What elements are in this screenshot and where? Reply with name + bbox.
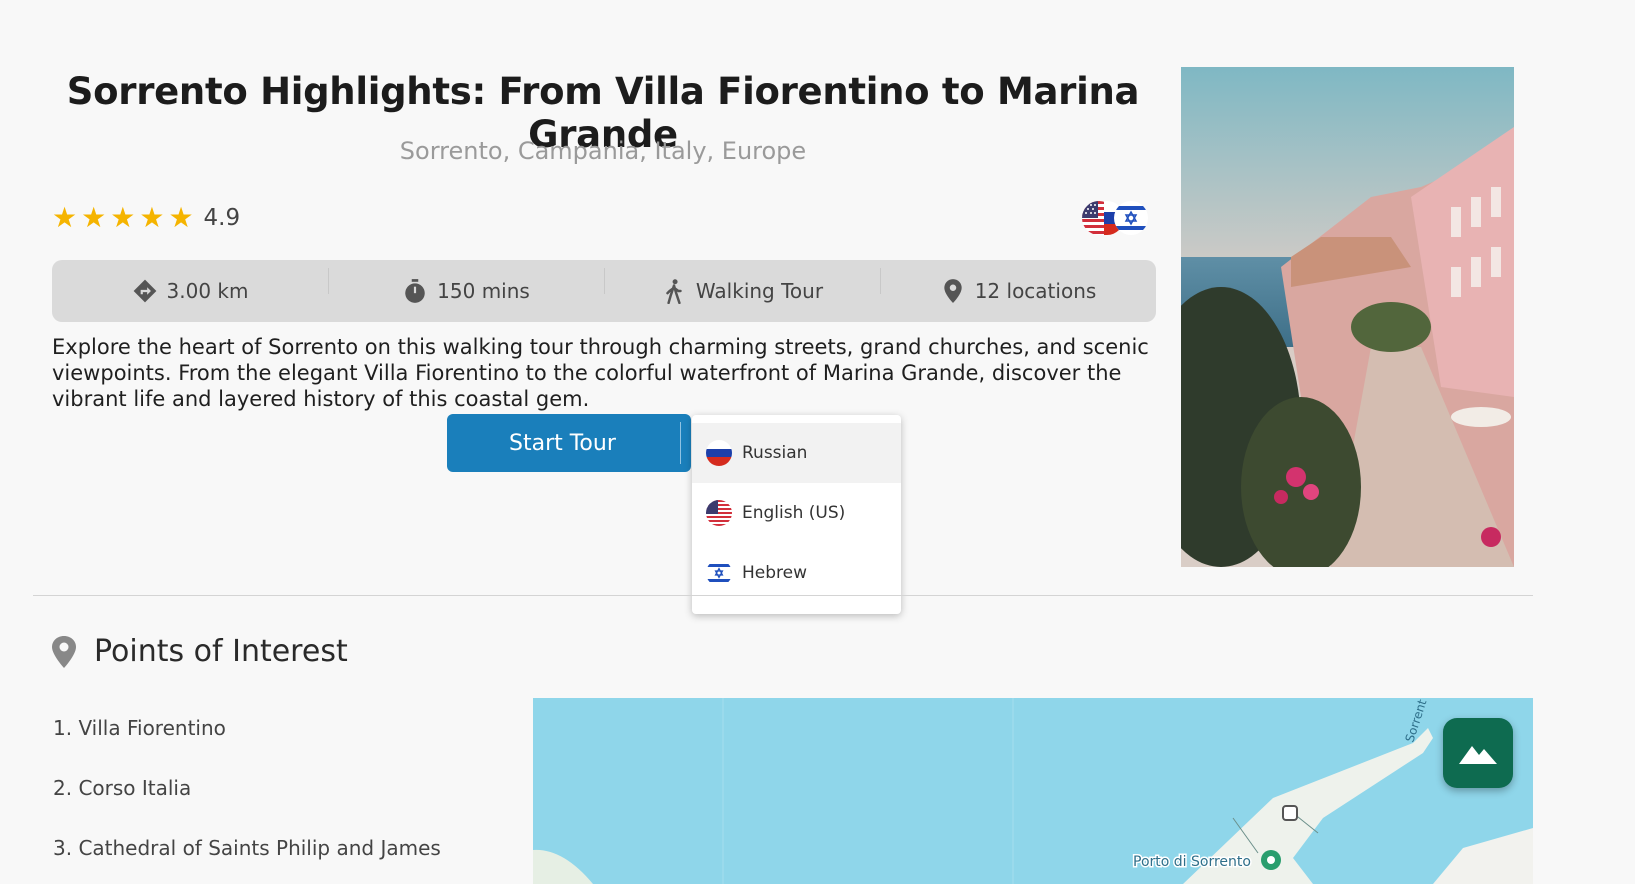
stat-locations: 12 locations <box>880 268 1156 304</box>
tour-description: Explore the heart of Sorrento on this wa… <box>52 335 1149 411</box>
poi-item[interactable]: 2. Corso Italia <box>53 776 441 836</box>
section-divider <box>33 595 1533 596</box>
israel-flag-icon <box>1114 201 1148 235</box>
tour-cover-photo <box>1181 67 1514 567</box>
poi-section-heading: Points of Interest <box>52 634 348 669</box>
language-dropdown[interactable]: Russian English (US) Hebrew <box>692 415 901 614</box>
mountain-icon <box>1459 746 1497 764</box>
stat-locations-value: 12 locations <box>974 279 1097 303</box>
star-icon: ★ <box>110 201 136 234</box>
language-option-label: Hebrew <box>742 563 808 583</box>
map-view-toggle-button[interactable] <box>1443 718 1513 788</box>
tour-stats-bar: 3.00 km 150 mins Walking Tour 12 locatio… <box>52 260 1156 322</box>
star-icon: ★ <box>168 201 194 234</box>
language-option-english[interactable]: English (US) <box>692 483 901 543</box>
location-pin-icon <box>52 635 76 668</box>
rating-stars: ★ ★ ★ ★ ★ <box>52 203 194 233</box>
walking-icon <box>666 279 682 304</box>
language-option-hebrew[interactable]: Hebrew <box>692 543 901 603</box>
poi-list: 1. Villa Fiorentino 2. Corso Italia 3. C… <box>53 716 441 884</box>
map-label: Porto di Sorrento <box>1133 854 1251 870</box>
language-option-label: Russian <box>742 443 808 463</box>
stat-duration-value: 150 mins <box>437 279 530 303</box>
star-icon: ★ <box>81 201 107 234</box>
star-icon: ★ <box>52 201 78 234</box>
israel-flag-icon <box>706 560 732 586</box>
button-divider <box>680 422 681 464</box>
star-icon: ★ <box>139 201 165 234</box>
stat-distance: 3.00 km <box>52 278 328 304</box>
stopwatch-icon <box>405 279 425 303</box>
tour-location: Sorrento, Campania, Italy, Europe <box>399 137 807 165</box>
stat-distance-value: 3.00 km <box>166 279 249 303</box>
stat-duration: 150 mins <box>328 268 604 304</box>
us-flag-icon <box>706 500 732 526</box>
stat-tour-type-value: Walking Tour <box>695 279 824 303</box>
rating-value: 4.9 <box>203 205 241 231</box>
start-tour-label: Start Tour <box>509 430 616 456</box>
poi-heading-text: Points of Interest <box>94 634 348 669</box>
language-option-russian[interactable]: Russian <box>692 423 901 483</box>
poi-item[interactable]: 3. Cathedral of Saints Philip and James <box>53 836 441 884</box>
language-option-label: English (US) <box>742 503 846 523</box>
poi-item[interactable]: 1. Villa Fiorentino <box>53 716 441 776</box>
rating: ★ ★ ★ ★ ★ 4.9 <box>52 203 240 233</box>
route-icon <box>133 279 156 303</box>
tour-map[interactable]: Porto di Sorrento Sorrent <box>533 698 1533 884</box>
location-pin-icon <box>944 279 962 303</box>
stat-tour-type: Walking Tour <box>604 268 880 304</box>
russia-flag-icon <box>706 440 732 466</box>
available-languages-flags[interactable] <box>1082 201 1148 235</box>
start-tour-button[interactable]: Start Tour <box>447 414 691 472</box>
